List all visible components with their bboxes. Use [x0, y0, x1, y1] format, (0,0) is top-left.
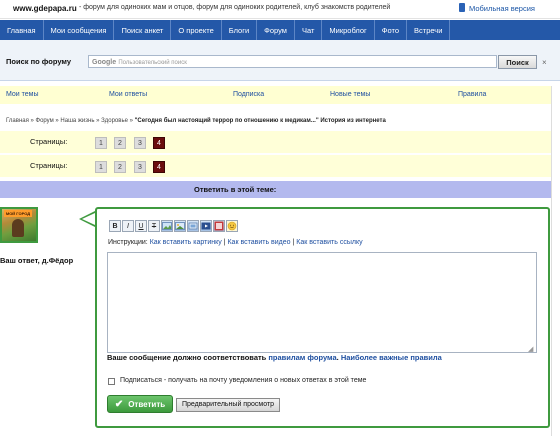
- pagination-bottom: [0, 155, 551, 177]
- nav-item-chat[interactable]: Чат: [295, 20, 323, 40]
- subscribe-checkbox[interactable]: [108, 378, 115, 385]
- resize-grip-icon[interactable]: ◢: [528, 345, 533, 353]
- search-placeholder: Google Пользовательский поиск: [92, 57, 187, 66]
- insert-image-icon[interactable]: [161, 220, 173, 232]
- rules-prefix: Ваше сообщение должно соответствовать: [107, 353, 269, 362]
- instructions: Инструкции: Как вставить картинку | Как …: [108, 239, 363, 246]
- search-label: Поиск по форуму: [6, 57, 72, 66]
- editor-toolbar: B I U T: [109, 220, 238, 234]
- nav-item-profile-search[interactable]: Поиск анкет: [114, 20, 172, 40]
- page-link[interactable]: 1: [95, 161, 107, 173]
- how-to-insert-video-link[interactable]: Как вставить видео: [227, 239, 290, 246]
- nav-item-messages[interactable]: Мои сообщения: [44, 20, 115, 40]
- nav-item-photo[interactable]: Фото: [375, 20, 408, 40]
- breadcrumb-path[interactable]: Главная » Форум » Наша жизнь » Здоровье …: [6, 118, 135, 124]
- breadcrumb: Главная » Форум » Наша жизнь » Здоровье …: [6, 118, 386, 124]
- breadcrumb-topic: "Сегодня был настоящий террор по отношен…: [134, 118, 386, 124]
- insert-gallery-icon[interactable]: [187, 220, 199, 232]
- nav-item-home[interactable]: Главная: [0, 20, 44, 40]
- smiley-icon[interactable]: [226, 220, 238, 232]
- search-placeholder-text: Пользовательский поиск: [118, 60, 187, 66]
- reply-textarea[interactable]: [107, 252, 537, 353]
- rules-notice: Ваше сообщение должно соответствовать пр…: [107, 353, 442, 362]
- insert-photo-icon[interactable]: [174, 220, 186, 232]
- site-tagline: - форум для одиноких мам и отцов, форум …: [79, 4, 391, 11]
- main-nav: Главная Мои сообщения Поиск анкет О прое…: [0, 20, 560, 40]
- tab-my-topics[interactable]: Мои темы: [6, 91, 39, 98]
- reply-author-label: Ваш ответ, д.Фёдор: [0, 256, 74, 265]
- tab-new-topics[interactable]: Новые темы: [330, 91, 370, 98]
- submit-reply-button[interactable]: ✔ Ответить: [107, 395, 173, 413]
- pagination-label: Страницы:: [30, 137, 68, 146]
- page-link[interactable]: 1: [95, 137, 107, 149]
- google-logo: Google: [92, 59, 117, 66]
- italic-button[interactable]: I: [122, 220, 134, 232]
- close-icon[interactable]: ×: [542, 58, 547, 67]
- underline-button[interactable]: U: [135, 220, 147, 232]
- page-current: 4: [153, 137, 165, 149]
- search-button[interactable]: Поиск: [498, 55, 537, 69]
- bold-button[interactable]: B: [109, 220, 121, 232]
- page-link[interactable]: 3: [134, 161, 146, 173]
- insert-video-icon[interactable]: [200, 220, 212, 232]
- pagination-label: Страницы:: [30, 161, 68, 170]
- nav-item-meetings[interactable]: Встречи: [407, 20, 451, 40]
- page-link[interactable]: 3: [134, 137, 146, 149]
- nav-item-microblog[interactable]: Микроблог: [322, 20, 375, 40]
- checkmark-icon: ✔: [114, 398, 124, 410]
- tab-rules[interactable]: Правила: [458, 91, 486, 98]
- forum-rules-link[interactable]: правилам форума: [268, 353, 336, 362]
- nav-item-blogs[interactable]: Блоги: [222, 20, 258, 40]
- page-link[interactable]: 2: [114, 161, 126, 173]
- mobile-version-link[interactable]: Мобильная версия: [469, 4, 535, 13]
- right-border: [551, 86, 552, 436]
- nav-item-forum[interactable]: Форум: [257, 20, 295, 40]
- subscribe-label[interactable]: Подписаться - получать на почту уведомле…: [120, 377, 366, 384]
- tab-subscription[interactable]: Подписка: [233, 91, 264, 98]
- avatar-sign: МОЙ ГОРОД: [4, 210, 32, 217]
- tab-my-replies[interactable]: Мои ответы: [109, 91, 147, 98]
- preview-button[interactable]: Предварительный просмотр: [176, 398, 280, 412]
- mobile-phone-icon[interactable]: [459, 3, 465, 12]
- insert-link-icon[interactable]: [213, 220, 225, 232]
- nav-item-about[interactable]: О проекте: [171, 20, 222, 40]
- how-to-insert-image-link[interactable]: Как вставить картинку: [150, 239, 222, 246]
- pagination-top: [0, 131, 551, 153]
- submit-label: Ответить: [128, 399, 166, 409]
- how-to-insert-link-link[interactable]: Как вставить ссылку: [296, 239, 362, 246]
- avatar-figure: [12, 219, 24, 237]
- important-rules-link[interactable]: Наиболее важные правила: [341, 353, 442, 362]
- page-link[interactable]: 2: [114, 137, 126, 149]
- page-current: 4: [153, 161, 165, 173]
- site-name[interactable]: www.gdepapa.ru: [13, 4, 77, 13]
- speech-pointer-inner: [82, 213, 95, 225]
- strikethrough-button[interactable]: T: [148, 220, 160, 232]
- instructions-prefix: Инструкции:: [108, 239, 150, 246]
- reply-title: Ответить в этой теме:: [194, 185, 277, 194]
